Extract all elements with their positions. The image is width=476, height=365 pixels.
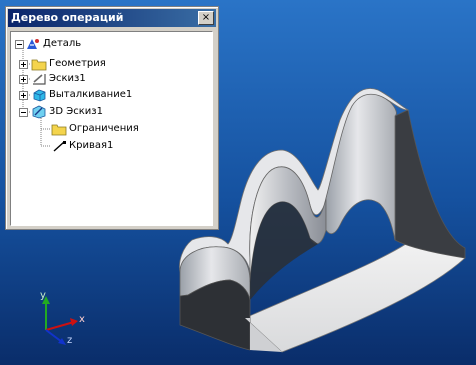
tree-item-label: Деталь (43, 38, 82, 49)
z-axis-label: z (67, 335, 72, 346)
operations-tree-panel[interactable]: Дерево операций × Деталь Геометрия Эскиз… (5, 6, 219, 230)
folder-icon (31, 59, 47, 71)
sketch3d-icon (32, 105, 46, 119)
tree-item-sketch1[interactable]: Эскиз1 (15, 72, 195, 86)
tree-item-part[interactable]: Деталь (15, 37, 195, 51)
tree-item-curve1[interactable]: Кривая1 (51, 139, 201, 153)
close-icon: × (201, 12, 211, 23)
close-button[interactable]: × (198, 11, 214, 25)
panel-titlebar[interactable]: Дерево операций × (8, 9, 216, 27)
x-axis-label: x (79, 314, 85, 325)
extrude-icon (33, 89, 46, 102)
folder-icon (51, 124, 67, 136)
sketch-icon (33, 74, 46, 85)
tree-item-label: Эскиз1 (49, 73, 86, 84)
tree-item-label: Кривая1 (69, 140, 114, 151)
expand-toggle[interactable] (19, 60, 28, 69)
tree-item-constraints[interactable]: Ограничения (51, 122, 201, 136)
expand-toggle[interactable] (19, 91, 28, 100)
operations-tree[interactable]: Деталь Геометрия Эскиз1 Выталкивание1 3D… (10, 31, 213, 226)
tree-item-geometry[interactable]: Геометрия (15, 57, 195, 71)
expand-toggle[interactable] (19, 75, 28, 84)
panel-title: Дерево операций (11, 11, 124, 24)
tree-item-label: Ограничения (69, 123, 139, 134)
3d-viewport[interactable]: y x z Дерево операций × Деталь Геометрия… (0, 0, 476, 365)
collapse-toggle[interactable] (19, 108, 28, 117)
tree-item-label: Геометрия (49, 58, 106, 69)
part-icon (27, 39, 39, 49)
tree-item-3d-sketch1[interactable]: 3D Эскиз1 (15, 105, 195, 119)
tree-item-label: 3D Эскиз1 (49, 106, 103, 117)
collapse-toggle[interactable] (15, 40, 24, 49)
y-axis-label: y (40, 290, 46, 301)
curve-icon (53, 141, 66, 152)
tree-item-extrude1[interactable]: Выталкивание1 (15, 88, 195, 102)
tree-item-label: Выталкивание1 (49, 89, 133, 100)
